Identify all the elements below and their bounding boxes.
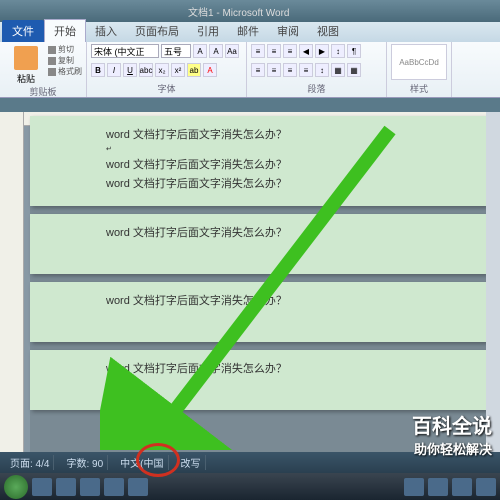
paste-button[interactable]: 粘贴	[4, 72, 48, 85]
window-title: 文档1 - Microsoft Word	[188, 4, 290, 19]
styles-label: 样式	[391, 82, 447, 95]
taskbar-icon[interactable]	[128, 478, 148, 496]
font-group: 宋体 (中文正 五号 A A Aa B I U abc x₂ x² ab A 字…	[87, 42, 247, 97]
text-line: word 文档打字后面文字消失怎么办？	[106, 175, 474, 191]
page[interactable]: word 文档打字后面文字消失怎么办？ ↵ word 文档打字后面文字消失怎么办…	[30, 116, 486, 206]
change-case-icon[interactable]: Aa	[225, 44, 239, 58]
document-area: word 文档打字后面文字消失怎么办？ ↵ word 文档打字后面文字消失怎么办…	[0, 112, 500, 452]
clipboard-group: 粘贴 剪切 复制 格式刷 剪贴板	[0, 42, 87, 97]
justify-icon[interactable]: ≡	[299, 63, 313, 77]
highlight-button[interactable]: ab	[187, 63, 201, 77]
text-line: word 文档打字后面文字消失怎么办？	[106, 360, 474, 376]
ribbon: 粘贴 剪切 复制 格式刷 剪贴板 宋体 (中文正 五号 A A Aa B I U…	[0, 42, 500, 98]
watermark-subtitle: 助你轻松解决	[412, 439, 492, 458]
taskbar-icon[interactable]	[404, 478, 424, 496]
taskbar-icon[interactable]	[80, 478, 100, 496]
font-name-select[interactable]: 宋体 (中文正	[91, 44, 159, 58]
taskbar-icon[interactable]	[428, 478, 448, 496]
subscript-button[interactable]: x₂	[155, 63, 169, 77]
brush-icon	[48, 68, 56, 76]
line-spacing-icon[interactable]: ↕	[315, 63, 329, 77]
clipboard-label: 剪贴板	[4, 85, 82, 98]
show-marks-icon[interactable]: ¶	[347, 44, 361, 58]
cursor-mark: ↵	[106, 145, 474, 153]
page[interactable]: word 文档打字后面文字消失怎么办？	[30, 214, 486, 274]
taskbar-icon[interactable]	[56, 478, 76, 496]
scissors-icon	[48, 46, 56, 54]
taskbar-icon[interactable]	[452, 478, 472, 496]
align-left-icon[interactable]: ≡	[251, 63, 265, 77]
status-words[interactable]: 字数: 90	[62, 455, 108, 470]
sort-icon[interactable]: ↕	[331, 44, 345, 58]
text-line: word 文档打字后面文字消失怎么办？	[106, 126, 474, 142]
multilevel-icon[interactable]: ≡	[283, 44, 297, 58]
underline-button[interactable]: U	[123, 63, 137, 77]
taskbar	[0, 473, 500, 500]
cut-button[interactable]: 剪切	[48, 44, 82, 55]
paste-icon[interactable]	[14, 46, 38, 70]
tab-home[interactable]: 开始	[44, 19, 86, 42]
align-right-icon[interactable]: ≡	[283, 63, 297, 77]
watermark: 百科全说 助你轻松解决	[412, 410, 492, 458]
italic-button[interactable]: I	[107, 63, 121, 77]
font-label: 字体	[91, 82, 242, 95]
tab-references[interactable]: 引用	[188, 20, 228, 42]
start-button[interactable]	[4, 475, 28, 499]
numbering-icon[interactable]: ≡	[267, 44, 281, 58]
taskbar-icon[interactable]	[32, 478, 52, 496]
superscript-button[interactable]: x²	[171, 63, 185, 77]
copy-button[interactable]: 复制	[48, 55, 82, 66]
page[interactable]: word 文档打字后面文字消失怎么办？	[30, 282, 486, 342]
indent-inc-icon[interactable]: ▶	[315, 44, 329, 58]
align-center-icon[interactable]: ≡	[267, 63, 281, 77]
font-size-select[interactable]: 五号	[161, 44, 191, 58]
style-preview[interactable]: AaBbCcDd	[391, 44, 447, 80]
text-line: word 文档打字后面文字消失怎么办？	[106, 292, 474, 308]
font-color-button[interactable]: A	[203, 63, 217, 77]
vertical-ruler	[0, 112, 24, 452]
copy-icon	[48, 57, 56, 65]
taskbar-icon[interactable]	[476, 478, 496, 496]
page-scroll[interactable]: word 文档打字后面文字消失怎么办？ ↵ word 文档打字后面文字消失怎么办…	[30, 116, 486, 452]
status-overtype[interactable]: 改写	[177, 455, 206, 470]
tab-view[interactable]: 视图	[308, 20, 348, 42]
ribbon-tabs: 文件 开始 插入 页面布局 引用 邮件 审阅 视图	[0, 22, 500, 42]
bold-button[interactable]: B	[91, 63, 105, 77]
watermark-title: 百科全说	[412, 410, 492, 439]
grow-font-icon[interactable]: A	[193, 44, 207, 58]
shrink-font-icon[interactable]: A	[209, 44, 223, 58]
tab-layout[interactable]: 页面布局	[126, 20, 188, 42]
styles-group: AaBbCcDd 样式	[387, 42, 452, 97]
strike-button[interactable]: abc	[139, 63, 153, 77]
format-painter-button[interactable]: 格式刷	[48, 66, 82, 77]
text-line: word 文档打字后面文字消失怎么办？	[106, 224, 474, 240]
paragraph-label: 段落	[251, 82, 382, 95]
paragraph-group: ≡ ≡ ≡ ◀ ▶ ↕ ¶ ≡ ≡ ≡ ≡ ↕ ▦ ▦ 段落	[247, 42, 387, 97]
taskbar-icon[interactable]	[104, 478, 124, 496]
annotation-circle	[136, 443, 180, 477]
vertical-scrollbar[interactable]	[486, 112, 500, 452]
tab-mailings[interactable]: 邮件	[228, 20, 268, 42]
borders-icon[interactable]: ▦	[347, 63, 361, 77]
shading-icon[interactable]: ▦	[331, 63, 345, 77]
bullets-icon[interactable]: ≡	[251, 44, 265, 58]
status-page[interactable]: 页面: 4/4	[6, 455, 54, 470]
indent-dec-icon[interactable]: ◀	[299, 44, 313, 58]
file-tab[interactable]: 文件	[2, 20, 44, 42]
text-line: word 文档打字后面文字消失怎么办？	[106, 156, 474, 172]
page[interactable]: word 文档打字后面文字消失怎么办？	[30, 350, 486, 410]
tab-review[interactable]: 审阅	[268, 20, 308, 42]
tab-insert[interactable]: 插入	[86, 20, 126, 42]
